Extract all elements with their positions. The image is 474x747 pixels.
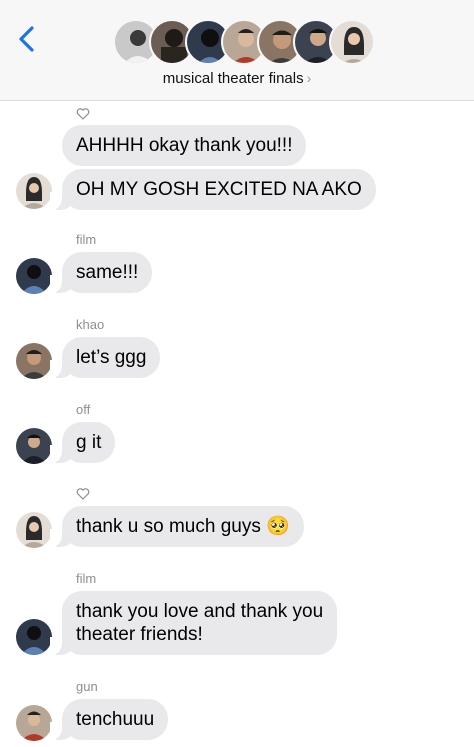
message-bubble[interactable]: g it [49,422,116,463]
sender-avatar[interactable] [16,258,52,294]
sender-avatar[interactable] [16,512,52,548]
message-bubble[interactable]: thank u so much guys 🥺 [50,506,304,547]
member-avatar [329,19,375,65]
sender-name: gun [76,679,98,694]
message-text: tenchuuu [76,709,155,730]
message-text: AHHHH okay thank you!!! [76,135,293,156]
conversation-header: musical theater finals › [0,0,474,101]
back-button[interactable] [14,24,40,54]
message-text: thank u so much guys 🥺 [76,516,290,537]
sender-avatar[interactable] [16,173,52,209]
sender-avatar[interactable] [16,343,52,379]
message-bubble[interactable]: tenchuuu [49,699,169,740]
message-bubble[interactable]: same!!! [49,252,153,293]
message-text: OH MY GOSH EXCITED NA AKO [76,179,362,200]
message-list[interactable]: AHHHH okay thank you!!! OH MY GOSH EXCIT… [0,101,474,747]
chevron-left-icon [19,26,34,52]
sender-name: film [76,232,97,247]
sender-name: film [76,571,97,586]
heart-reaction-icon [76,108,90,120]
sender-avatar[interactable] [16,619,52,655]
heart-reaction-icon [76,488,90,500]
message-text: let’s ggg [76,347,147,368]
message-bubble[interactable]: AHHHH okay thank you!!! [62,125,307,166]
message-bubble[interactable]: let’s ggg [49,337,161,378]
sender-name: off [76,402,91,417]
group-name-button[interactable]: musical theater finals › [0,70,474,87]
group-avatar-stack[interactable] [113,19,375,67]
sender-avatar[interactable] [16,705,52,741]
sender-name: khao [76,317,105,332]
message-text: same!!! [76,262,139,283]
message-text-line-1: thank you love and thank you [76,601,324,622]
message-bubble[interactable]: thank you love and thank you theater fri… [49,591,338,655]
message-text-line-2: theater friends! [76,624,203,645]
chevron-right-icon: › [306,70,312,86]
sender-avatar[interactable] [16,428,52,464]
message-text: g it [76,432,102,453]
message-bubble[interactable]: OH MY GOSH EXCITED NA AKO [50,169,376,210]
group-name-label: musical theater finals [162,70,304,87]
